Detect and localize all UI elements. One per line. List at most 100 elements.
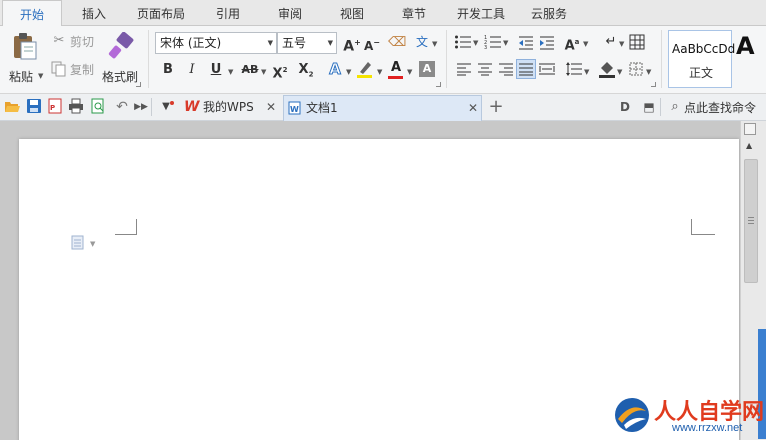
distributed-align-icon[interactable] bbox=[539, 62, 555, 76]
paste-icon bbox=[14, 33, 37, 60]
open-folder-icon[interactable] bbox=[4, 98, 20, 114]
tab-label: 文档1 bbox=[306, 101, 338, 115]
phonetic-guide-icon[interactable]: 文 bbox=[413, 33, 431, 51]
svg-text:W: W bbox=[290, 105, 299, 114]
font-name-value: 宋体 (正文) bbox=[160, 36, 222, 50]
shrink-font-icon[interactable]: A− bbox=[363, 34, 381, 53]
tab-developer[interactable]: 开发工具 bbox=[448, 0, 514, 26]
scroll-up-icon[interactable]: ▲ bbox=[746, 141, 752, 150]
scissors-icon: ✂ bbox=[53, 33, 65, 48]
font-color-button[interactable]: A bbox=[387, 59, 405, 81]
chevron-down-icon: ▼ bbox=[327, 39, 333, 47]
tab-my-wps[interactable]: W 我的WPS ✕ bbox=[180, 95, 280, 121]
document-lines-icon bbox=[71, 235, 84, 250]
tab-chapter[interactable]: 章节 bbox=[390, 0, 438, 26]
subscript-icon[interactable]: X2 bbox=[297, 61, 315, 79]
format-painter-button[interactable]: 格式刷 bbox=[102, 30, 142, 86]
svg-text:P: P bbox=[50, 104, 55, 112]
align-left-icon[interactable] bbox=[457, 62, 471, 76]
paragraph-layout-button[interactable]: ▼ bbox=[71, 235, 101, 251]
close-icon[interactable]: ✕ bbox=[468, 96, 478, 120]
format-painter-label: 格式刷 bbox=[102, 70, 139, 84]
tab-references[interactable]: 引用 bbox=[204, 0, 252, 26]
font-dialog-launcher[interactable] bbox=[436, 82, 441, 87]
tab-home[interactable]: 开始 bbox=[2, 0, 62, 27]
save-icon[interactable] bbox=[26, 98, 42, 114]
bold-icon[interactable]: B bbox=[159, 61, 177, 79]
print-icon[interactable] bbox=[68, 98, 84, 114]
grow-font-icon[interactable]: A+ bbox=[343, 34, 361, 55]
align-center-icon[interactable] bbox=[478, 62, 492, 76]
clipboard-dialog-launcher[interactable] bbox=[136, 82, 141, 87]
font-size-select[interactable]: 五号 ▼ bbox=[277, 32, 337, 54]
new-tab-icon[interactable]: + bbox=[487, 98, 505, 116]
chevron-down-icon: ▼ bbox=[228, 68, 234, 76]
underline-icon[interactable]: U bbox=[207, 61, 225, 79]
copy-button[interactable]: 复制 bbox=[50, 60, 100, 78]
chevron-down-icon: ▼ bbox=[377, 68, 383, 76]
display-mode-icon[interactable]: D bbox=[616, 98, 634, 116]
command-search-box[interactable]: ⌕ 点此查找命令 bbox=[664, 96, 766, 118]
paint-bucket-icon bbox=[599, 62, 615, 78]
font-name-select[interactable]: 宋体 (正文) ▼ bbox=[155, 32, 277, 54]
paste-button[interactable]: 粘贴 ▼ bbox=[6, 30, 46, 86]
table-icon[interactable] bbox=[629, 34, 645, 50]
document-icon: W bbox=[288, 101, 301, 115]
bullet-list-icon bbox=[455, 35, 471, 49]
search-label: 点此查找命令 bbox=[684, 101, 757, 115]
bullet-list-button[interactable]: ▼ bbox=[454, 34, 484, 52]
paragraph-dialog-launcher[interactable] bbox=[651, 82, 656, 87]
char-shading-icon[interactable]: A bbox=[419, 61, 435, 77]
tab-page-layout[interactable]: 页面布局 bbox=[130, 0, 192, 26]
more-commands-icon[interactable]: ▶▶ bbox=[132, 98, 150, 116]
margin-marker-top-right bbox=[691, 219, 715, 235]
justify-button[interactable] bbox=[516, 59, 536, 79]
split-view-icon[interactable] bbox=[744, 123, 756, 135]
chevron-down-icon: ▼ bbox=[619, 40, 625, 48]
text-effect-icon[interactable]: A bbox=[326, 60, 344, 79]
tab-insert[interactable]: 插入 bbox=[70, 0, 118, 26]
tab-label: 我的WPS bbox=[203, 100, 254, 114]
margin-marker-top-left bbox=[115, 219, 137, 235]
undo-icon[interactable]: ↶ bbox=[113, 98, 131, 116]
shading-button[interactable] bbox=[598, 59, 618, 79]
line-spacing-icon[interactable] bbox=[566, 62, 582, 76]
svg-text:3: 3 bbox=[484, 45, 487, 50]
superscript-icon[interactable]: X2 bbox=[271, 61, 289, 81]
align-right-icon[interactable] bbox=[499, 62, 513, 76]
tab-review[interactable]: 审阅 bbox=[266, 0, 314, 26]
font-color-icon: A bbox=[390, 60, 402, 75]
notification-dot bbox=[170, 101, 174, 105]
style-heading[interactable]: A bbox=[735, 32, 766, 88]
cut-button[interactable]: ✂ 剪切 bbox=[50, 32, 100, 50]
chevron-down-icon: ▼ bbox=[267, 39, 273, 47]
tab-view[interactable]: 视图 bbox=[328, 0, 376, 26]
change-case-icon[interactable]: Aa bbox=[563, 33, 581, 53]
increase-indent-icon[interactable] bbox=[539, 35, 555, 51]
numbered-list-icon: 123 bbox=[484, 35, 501, 51]
border-icon[interactable] bbox=[629, 62, 643, 76]
paste-special-icon[interactable]: ⬒ bbox=[640, 98, 658, 116]
export-pdf-icon[interactable]: P bbox=[47, 98, 63, 114]
style-preview-text: AaBbCcDd bbox=[672, 42, 736, 56]
chevron-down-icon: ▼ bbox=[617, 68, 623, 76]
decrease-indent-icon[interactable] bbox=[518, 35, 534, 51]
tab-cloud[interactable]: 云服务 bbox=[522, 0, 576, 26]
chevron-down-icon: ▼ bbox=[584, 68, 590, 76]
print-preview-icon[interactable] bbox=[90, 98, 106, 114]
tab-document-1[interactable]: W 文档1 ✕ bbox=[283, 95, 482, 121]
numbered-list-button[interactable]: 123 ▼ bbox=[484, 34, 514, 52]
scroll-thumb[interactable] bbox=[744, 159, 758, 283]
style-normal[interactable]: AaBbCcDd 正文 bbox=[668, 30, 736, 88]
close-icon[interactable]: ✕ bbox=[266, 95, 276, 119]
line-break-icon[interactable]: ↵ bbox=[602, 33, 620, 51]
chevron-down-icon: ▼ bbox=[503, 39, 509, 47]
cut-label: 剪切 bbox=[70, 35, 95, 49]
chevron-down-icon: ▼ bbox=[38, 72, 44, 80]
clear-format-icon[interactable]: ⌫ bbox=[388, 34, 406, 52]
style-name: 正文 bbox=[689, 66, 714, 80]
italic-icon[interactable]: I bbox=[183, 61, 201, 79]
strikethrough-icon[interactable]: AB bbox=[239, 61, 261, 79]
highlight-button[interactable] bbox=[355, 59, 377, 81]
brush-icon bbox=[108, 32, 134, 59]
